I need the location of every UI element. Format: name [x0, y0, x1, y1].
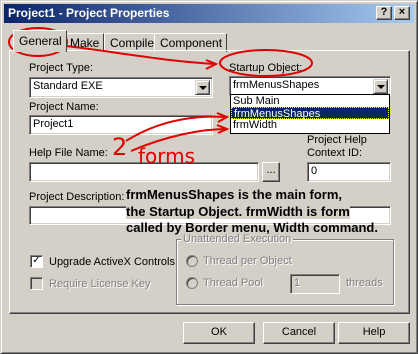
- title-bar[interactable]: Project1 - Project Properties ? ×: [4, 4, 414, 23]
- thread-per-object-radio[interactable]: [186, 255, 198, 267]
- project-properties-dialog: Project1 - Project Properties ? × Genera…: [0, 0, 418, 354]
- chevron-down-icon: [377, 85, 385, 89]
- ok-button[interactable]: OK: [183, 322, 255, 344]
- project-name-value: Project1: [33, 118, 74, 130]
- help-button[interactable]: Help: [338, 322, 410, 344]
- startup-object-dropdown-button[interactable]: [373, 79, 388, 94]
- thread-pool-radio[interactable]: [186, 277, 198, 289]
- require-license-checkbox[interactable]: [30, 277, 43, 290]
- close-button[interactable]: ×: [394, 6, 410, 20]
- startup-object-dropdown-list[interactable]: Sub Main frmMenusShapes frmWidth: [230, 94, 390, 134]
- chevron-down-icon: [199, 86, 207, 90]
- help-context-label-line2: Context ID:: [307, 147, 363, 159]
- project-type-dropdown-button[interactable]: [195, 80, 210, 95]
- startup-object-label: Startup Object:: [229, 62, 303, 74]
- list-item-sub-main[interactable]: Sub Main: [231, 95, 389, 107]
- project-type-label: Project Type:: [29, 62, 93, 74]
- list-item-frmmenusshapes[interactable]: frmMenusShapes: [231, 107, 389, 120]
- help-question-button[interactable]: ?: [376, 6, 392, 20]
- upgrade-activex-label: Upgrade ActiveX Controls: [49, 256, 175, 268]
- tab-general[interactable]: General: [13, 30, 67, 52]
- annotation-forms-count: 2: [112, 133, 128, 161]
- project-name-input[interactable]: Project1: [29, 115, 213, 135]
- help-context-id-input[interactable]: 0: [307, 162, 391, 182]
- project-description-label: Project Description:: [29, 191, 125, 203]
- thread-pool-count-value: 1: [294, 277, 301, 289]
- thread-pool-label: Thread Pool: [203, 277, 263, 289]
- cancel-button[interactable]: Cancel: [263, 322, 335, 344]
- require-license-label: Require License Key: [49, 278, 151, 290]
- browse-help-file-button[interactable]: ...: [262, 162, 280, 182]
- unattended-execution-frame: [176, 239, 394, 305]
- threads-label: threads: [346, 277, 383, 289]
- annotation-line-2: the Startup Object. frmWidth is form: [126, 204, 350, 219]
- thread-pool-count-input[interactable]: 1: [290, 274, 340, 294]
- annotation-line-1: frmMenusShapes is the main form,: [126, 187, 342, 202]
- list-item-frmwidth[interactable]: frmWidth: [231, 119, 389, 131]
- window-title: Project1 - Project Properties: [8, 6, 170, 20]
- annotation-forms-word: forms: [138, 144, 196, 168]
- help-context-id-value: 0: [311, 165, 318, 177]
- startup-object-select[interactable]: frmMenusShapes: [229, 76, 391, 96]
- help-context-label-line1: Project Help: [307, 134, 367, 146]
- project-type-select[interactable]: Standard EXE: [29, 77, 213, 98]
- thread-per-object-label: Thread per Object: [203, 255, 292, 267]
- upgrade-activex-checkbox[interactable]: ✓: [30, 255, 43, 268]
- help-file-label: Help File Name:: [29, 147, 108, 159]
- project-type-value: Standard EXE: [33, 80, 103, 92]
- startup-object-value: frmMenusShapes: [233, 79, 320, 91]
- project-name-label: Project Name:: [29, 101, 99, 113]
- annotation-line-3: called by Border menu, Width command.: [126, 220, 378, 235]
